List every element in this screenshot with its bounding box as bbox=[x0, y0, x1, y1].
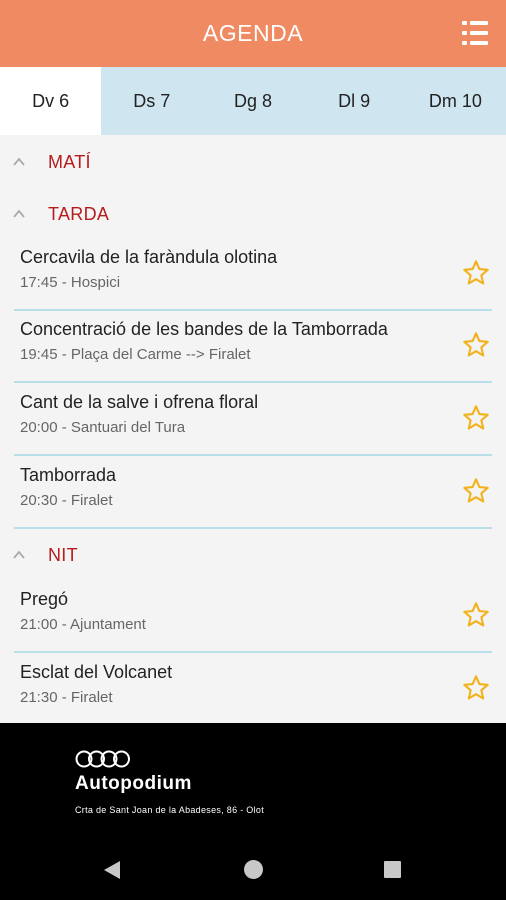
divider bbox=[14, 527, 492, 529]
list-item[interactable]: Cercavila de la faràndula olotina 17:45 … bbox=[0, 238, 506, 311]
banner-brand: Autopodium bbox=[75, 773, 192, 794]
banner-address: Crta de Sant Joan de la Abadeses, 86 - O… bbox=[75, 805, 265, 815]
chevron-up-icon bbox=[13, 209, 25, 218]
list-item[interactable]: Concentració de les bandes de la Tamborr… bbox=[0, 310, 506, 383]
list-item[interactable]: Esclat del Volcanet 21:30 - Firalet bbox=[0, 653, 506, 726]
system-nav-bar bbox=[0, 841, 506, 900]
tab-ds-7[interactable]: Ds 7 bbox=[101, 67, 202, 135]
star-icon[interactable] bbox=[462, 601, 490, 629]
event-title: Concentració de les bandes de la Tamborr… bbox=[20, 319, 388, 339]
back-icon[interactable] bbox=[102, 860, 122, 880]
event-time-place: 17:45 - Hospici bbox=[20, 274, 121, 291]
event-title: Cercavila de la faràndula olotina bbox=[20, 247, 278, 267]
star-icon[interactable] bbox=[462, 331, 490, 359]
event-time-place: 20:30 - Firalet bbox=[20, 492, 113, 509]
audi-rings-logo bbox=[75, 750, 130, 768]
tab-dm-10[interactable]: Dm 10 bbox=[405, 67, 506, 135]
section-header-mati[interactable]: MATÍ bbox=[0, 139, 506, 185]
event-time-place: 21:30 - Firalet bbox=[20, 689, 113, 706]
home-icon[interactable] bbox=[244, 860, 263, 879]
event-time-place: 21:00 - Ajuntament bbox=[20, 616, 146, 633]
tab-dv-6[interactable]: Dv 6 bbox=[0, 67, 102, 135]
chevron-up-icon bbox=[13, 157, 25, 166]
section-label: MATÍ bbox=[48, 151, 91, 172]
section-label: TARDA bbox=[48, 203, 110, 224]
event-title: Pregó bbox=[20, 589, 69, 609]
recent-apps-icon[interactable] bbox=[384, 861, 401, 878]
tab-dl-9[interactable]: Dl 9 bbox=[304, 67, 405, 135]
day-tabs: Dv 6 Ds 7 Dg 8 Dl 9 Dm 10 bbox=[0, 67, 506, 135]
star-icon[interactable] bbox=[462, 259, 490, 287]
event-title: Cant de la salve i ofrena floral bbox=[20, 392, 259, 412]
page-title: AGENDA bbox=[202, 20, 304, 46]
event-title: Tamborrada bbox=[20, 465, 117, 485]
list-item[interactable]: Cant de la salve i ofrena floral 20:00 -… bbox=[0, 383, 506, 456]
event-time-place: 20:00 - Santuari del Tura bbox=[20, 419, 186, 436]
section-label: NIT bbox=[48, 544, 78, 565]
section-header-tarda[interactable]: TARDA bbox=[0, 191, 506, 237]
tab-dg-8[interactable]: Dg 8 bbox=[202, 67, 303, 135]
event-time-place: 19:45 - Plaça del Carme --> Firalet bbox=[20, 346, 251, 363]
star-icon[interactable] bbox=[462, 404, 490, 432]
app-bar: AGENDA bbox=[0, 0, 506, 67]
list-item[interactable]: Pregó 21:00 - Ajuntament bbox=[0, 580, 506, 653]
list-item[interactable]: Tamborrada 20:30 - Firalet bbox=[0, 456, 506, 529]
star-icon[interactable] bbox=[462, 674, 490, 702]
event-title: Esclat del Volcanet bbox=[20, 662, 173, 682]
list-menu-icon[interactable] bbox=[462, 21, 488, 45]
ad-banner[interactable]: Autopodium Crta de Sant Joan de la Abade… bbox=[0, 723, 506, 841]
chevron-up-icon bbox=[13, 550, 25, 559]
section-header-nit[interactable]: NIT bbox=[0, 532, 506, 578]
star-icon[interactable] bbox=[462, 477, 490, 505]
